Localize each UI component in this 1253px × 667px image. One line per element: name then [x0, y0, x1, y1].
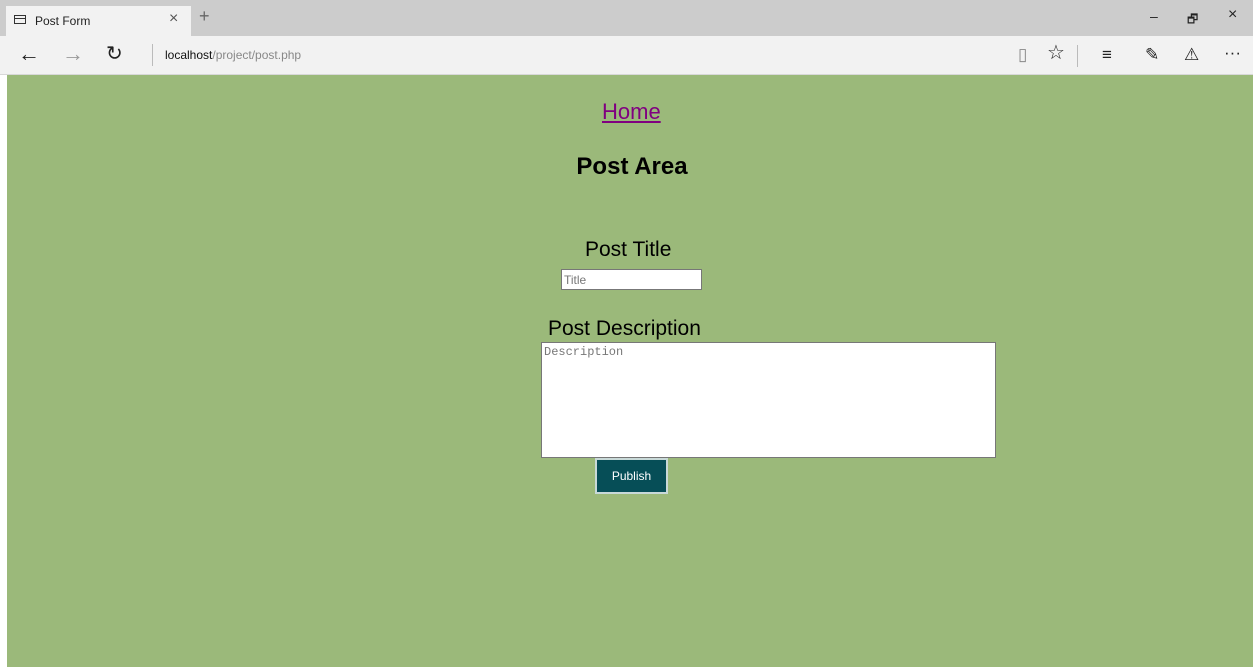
new-tab-icon[interactable]: +	[199, 6, 210, 26]
back-icon[interactable]: ←	[18, 42, 40, 66]
reading-view-icon[interactable]: ▯	[1018, 45, 1027, 65]
url-path: /project/post.php	[212, 48, 302, 62]
description-textarea[interactable]	[541, 342, 996, 458]
refresh-icon[interactable]: ↻	[106, 42, 123, 66]
minimize-icon[interactable]: –	[1150, 8, 1158, 24]
hub-icon[interactable]: ≡	[1102, 45, 1112, 65]
restore-icon[interactable]: 🗗	[1187, 10, 1198, 31]
share-icon[interactable]: ⚠	[1184, 45, 1199, 65]
favorite-star-icon[interactable]: ☆	[1047, 43, 1065, 63]
url-field[interactable]: localhost/project/post.php	[165, 48, 301, 62]
browser-tab[interactable]: Post Form ×	[6, 6, 191, 36]
page-icon	[14, 15, 26, 24]
close-window-icon[interactable]: ×	[1228, 6, 1237, 24]
browser-titlebar: Post Form × + – 🗗 ×	[0, 0, 1253, 36]
title-input[interactable]	[561, 269, 702, 290]
toolbar-separator	[1077, 45, 1078, 67]
post-title-label: Post Title	[585, 238, 672, 261]
url-separator	[152, 44, 153, 66]
close-tab-icon[interactable]: ×	[169, 10, 178, 28]
page-heading: Post Area	[576, 153, 688, 180]
post-description-label: Post Description	[548, 317, 701, 340]
more-icon[interactable]: ···	[1224, 43, 1241, 63]
home-link[interactable]: Home	[602, 99, 661, 125]
web-note-icon[interactable]: ✎	[1145, 45, 1159, 65]
url-host: localhost	[165, 48, 213, 62]
page-content: Home Post Area Post Title Post Descripti…	[7, 75, 1253, 667]
address-bar: ← → ↻ localhost/project/post.php ▯ ☆ ≡ ✎…	[0, 36, 1253, 75]
tab-title: Post Form	[35, 14, 91, 28]
forward-icon[interactable]: →	[62, 42, 84, 66]
publish-button[interactable]: Publish	[595, 458, 668, 494]
